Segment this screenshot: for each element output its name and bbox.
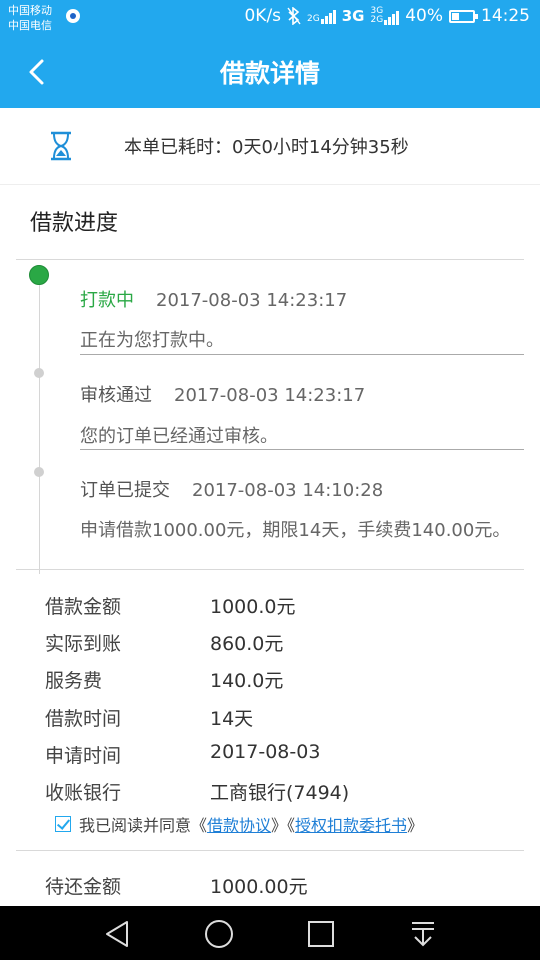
step-divider: [80, 449, 524, 450]
page-title: 借款详情: [219, 59, 320, 88]
timeline-dot: [34, 467, 44, 477]
status-bar: 中国移动 中国电信 0K/s 2G 3G 3G 2G 40% 14:25: [0, 0, 540, 36]
nav-notification-icon[interactable]: [407, 918, 439, 950]
clock: 14:25: [481, 6, 530, 26]
step-1-header: 打款中 2017-08-03 14:23:17: [80, 286, 347, 312]
repay-value: 1000.00元: [210, 876, 308, 898]
elapsed-time-text: 本单已耗时：0天0小时14分钟35秒: [124, 137, 409, 158]
carrier-info: 中国移动 中国电信: [8, 3, 52, 33]
step-3-header: 订单已提交 2017-08-03 14:10:28: [80, 476, 383, 502]
loan-agreement-link[interactable]: 借款协议: [207, 812, 271, 836]
carrier-2: 中国电信: [8, 19, 52, 32]
detail-label: 服务费: [45, 670, 103, 692]
detail-value: 工商银行(7494): [210, 782, 350, 804]
step-state: 订单已提交: [80, 480, 170, 501]
detail-value: 1000.0元: [210, 596, 296, 618]
title-bar: 借款详情: [0, 36, 540, 108]
battery-fill: [452, 12, 459, 20]
detail-label: 实际到账: [45, 633, 122, 655]
detail-label: 借款金额: [45, 596, 122, 618]
nav-recents-icon[interactable]: [305, 918, 337, 950]
step-desc: 申请借款1000.00元，期限14天，手续费140.00元。: [80, 520, 511, 541]
debit-authorization-link[interactable]: 授权扣款委托书: [295, 812, 407, 836]
divider: [0, 184, 540, 185]
detail-value: 14天: [210, 708, 254, 730]
divider: [16, 569, 524, 570]
progress-timeline: 打款中 2017-08-03 14:23:17 正在为您打款中。 审核通过 2017…: [0, 260, 540, 574]
bluetooth-icon: [287, 7, 301, 25]
divider: [16, 850, 524, 851]
detail-label: 借款时间: [45, 708, 122, 730]
step-time: 2017-08-03 14:23:17: [156, 290, 348, 311]
net-2g-label: 2G: [307, 14, 320, 24]
net-2g-small: 2G: [370, 15, 384, 25]
step-time: 2017-08-03 14:10:28: [192, 480, 384, 501]
timeline-line: [39, 274, 40, 574]
progress-title: 借款进度: [30, 211, 119, 236]
repay-label: 待还金额: [45, 876, 122, 898]
agreement-middle: 》《: [271, 816, 296, 835]
battery-icon: [449, 9, 478, 23]
step-state: 审核通过: [80, 385, 152, 406]
net-3g-label: 3G: [341, 7, 365, 25]
step-divider: [80, 354, 524, 355]
net-speed: 0K/s: [244, 6, 282, 26]
agree-checkbox[interactable]: [55, 816, 71, 832]
detail-label: 申请时间: [45, 745, 122, 767]
step-2-header: 审核通过 2017-08-03 14:23:17: [80, 381, 365, 407]
battery-percent: 40%: [405, 6, 443, 26]
timeline-dot: [34, 368, 44, 378]
agreement-suffix: 》: [407, 816, 424, 835]
signal-icon-2: [384, 9, 400, 25]
detail-value: 860.0元: [210, 633, 284, 655]
alarm-icon: [66, 9, 80, 23]
signal-icon-1: [320, 8, 336, 24]
agreement-prefix: 我已阅读并同意《: [79, 816, 208, 835]
system-nav-bar: [0, 906, 540, 960]
step-state: 打款中: [80, 290, 134, 311]
detail-value: 2017-08-03: [210, 741, 321, 763]
detail-value: 140.0元: [210, 670, 284, 692]
agreement-row: 我已阅读并同意《 借款协议 》《 授权扣款委托书》: [55, 812, 423, 836]
step-desc: 正在为您打款中。: [80, 330, 224, 351]
carrier-1: 中国移动: [8, 4, 52, 17]
nav-back-icon[interactable]: [101, 918, 133, 950]
hourglass-icon: [51, 131, 71, 161]
step-desc: 您的订单已经通过审核。: [80, 426, 278, 447]
elapsed-timer: 本单已耗时：0天0小时14分钟35秒: [0, 108, 540, 184]
timeline-dot-active: [29, 265, 49, 285]
nav-home-icon[interactable]: [203, 918, 235, 950]
status-icons: 0K/s 2G 3G 3G 2G 40% 14:25: [244, 6, 530, 26]
detail-label: 收账银行: [45, 782, 122, 804]
step-time: 2017-08-03 14:23:17: [174, 385, 366, 406]
